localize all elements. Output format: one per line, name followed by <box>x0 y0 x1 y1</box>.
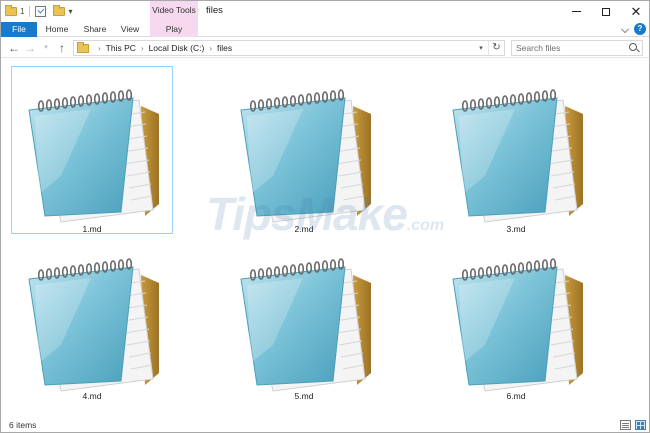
new-folder-icon[interactable] <box>53 5 66 16</box>
properties-icon[interactable] <box>35 6 47 17</box>
file-item-5[interactable]: 5.md <box>223 235 385 403</box>
notepad-icon <box>21 84 161 224</box>
window-title: files <box>206 5 223 16</box>
details-view-icon[interactable] <box>620 420 631 430</box>
chevron-down-icon[interactable]: ▾ <box>474 44 488 52</box>
quick-access-toolbar: 1 ▾ <box>5 4 72 19</box>
refresh-icon[interactable]: ↻ <box>488 41 504 55</box>
minimize-button[interactable] <box>561 1 591 22</box>
chevron-down-icon[interactable]: ▾ <box>68 7 72 17</box>
tab-file[interactable]: File <box>1 22 37 37</box>
notepad-icon <box>445 84 585 224</box>
recent-locations-chevron-icon[interactable]: ▾ <box>39 40 53 56</box>
file-name: 2.md <box>294 224 314 234</box>
file-name: 1.md <box>82 224 102 234</box>
item-count: 6 items <box>9 420 37 430</box>
folder-icon[interactable] <box>5 5 17 16</box>
file-name: 6.md <box>506 391 526 401</box>
close-icon: ✕ <box>630 4 642 19</box>
breadcrumb-local-disk[interactable]: Local Disk (C:) <box>149 43 205 53</box>
file-item-1[interactable]: 1.md <box>11 66 173 234</box>
file-name: 5.md <box>294 391 314 401</box>
folder-icon <box>77 41 89 53</box>
forward-arrow-icon[interactable]: → <box>23 40 37 56</box>
divider <box>29 6 31 17</box>
minimize-icon <box>571 11 581 12</box>
help-icon[interactable]: ? <box>634 23 646 35</box>
status-bar: 6 items <box>1 416 649 432</box>
chevron-right-icon[interactable]: › <box>141 44 144 53</box>
tab-play[interactable]: Play <box>150 22 198 37</box>
search-input[interactable] <box>512 41 624 55</box>
chevron-right-icon[interactable]: › <box>98 44 101 53</box>
tab-share[interactable]: Share <box>79 22 111 37</box>
address-controls: ▾ ↻ <box>474 41 504 55</box>
notepad-icon <box>445 253 585 393</box>
file-name: 4.md <box>82 391 102 401</box>
file-name: 3.md <box>506 224 526 234</box>
contextual-group-label: Video Tools <box>152 5 196 15</box>
window-controls: ✕ <box>561 1 649 22</box>
file-item-2[interactable]: 2.md <box>223 66 385 234</box>
maximize-icon <box>602 7 610 16</box>
tab-home[interactable]: Home <box>41 22 73 37</box>
expand-ribbon-icon[interactable] <box>621 25 629 33</box>
file-item-6[interactable]: 6.md <box>435 235 597 403</box>
chevron-right-icon[interactable]: › <box>209 44 212 53</box>
large-icons-view-icon[interactable] <box>635 420 646 430</box>
breadcrumb-files[interactable]: files <box>217 43 232 53</box>
navigation-bar: ← → ▾ ↑ › This PC › Local Disk (C:) › fi… <box>1 38 649 58</box>
ribbon-tabs: File Home Share View Play ? <box>1 22 649 37</box>
up-arrow-icon[interactable]: ↑ <box>55 40 69 56</box>
file-view: 1.md 2.md 3.md 4.md 5.md 6.md TipsMake.c… <box>1 59 649 416</box>
file-item-3[interactable]: 3.md <box>435 66 597 234</box>
notepad-icon <box>233 84 373 224</box>
file-item-4[interactable]: 4.md <box>11 235 173 403</box>
explorer-window: 1 ▾ Video Tools files ✕ File Home Share … <box>0 0 650 433</box>
back-arrow-icon[interactable]: ← <box>7 40 21 56</box>
notepad-icon <box>21 253 161 393</box>
close-button[interactable]: ✕ <box>621 1 649 22</box>
title-bar: 1 ▾ Video Tools files ✕ <box>1 1 649 22</box>
address-bar[interactable]: › This PC › Local Disk (C:) › files ▾ ↻ <box>73 40 505 56</box>
search-box[interactable] <box>511 40 643 56</box>
maximize-button[interactable] <box>591 1 621 22</box>
breadcrumb-this-pc[interactable]: This PC <box>106 43 136 53</box>
search-icon[interactable] <box>629 43 637 51</box>
tab-view[interactable]: View <box>115 22 145 37</box>
notepad-icon <box>233 253 373 393</box>
qat-number: 1 <box>20 7 25 16</box>
